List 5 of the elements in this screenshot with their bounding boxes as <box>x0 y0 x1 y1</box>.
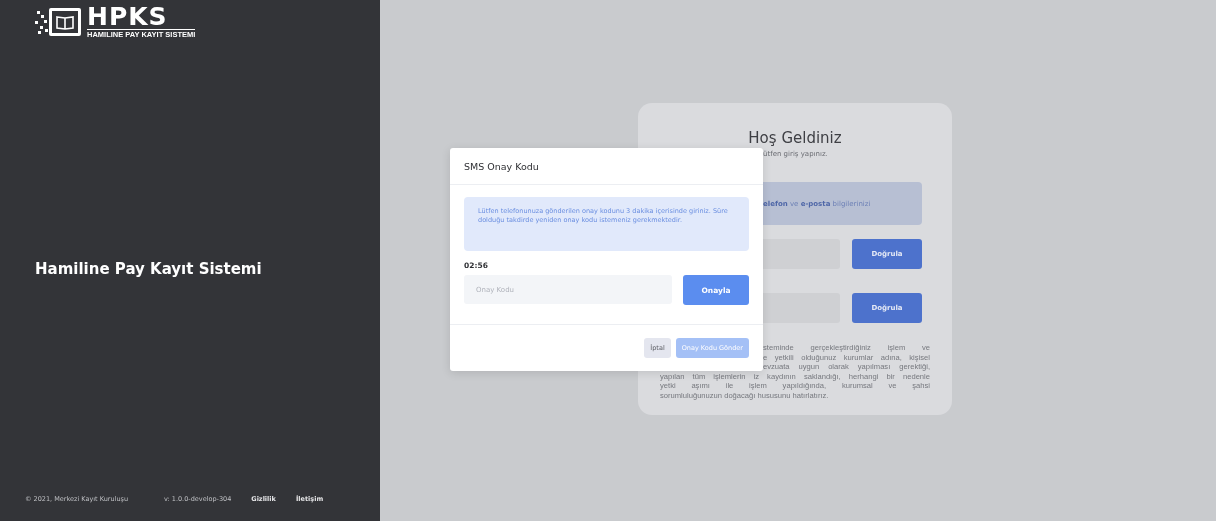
card-title: Hoş Geldiniz <box>747 129 843 147</box>
logo-text: HPKS <box>87 5 169 29</box>
brand-title: Hamiline Pay Kayıt Sistemi <box>35 260 263 278</box>
dialog-title: SMS Onay Kodu <box>464 160 539 172</box>
logo-icon <box>35 7 83 37</box>
